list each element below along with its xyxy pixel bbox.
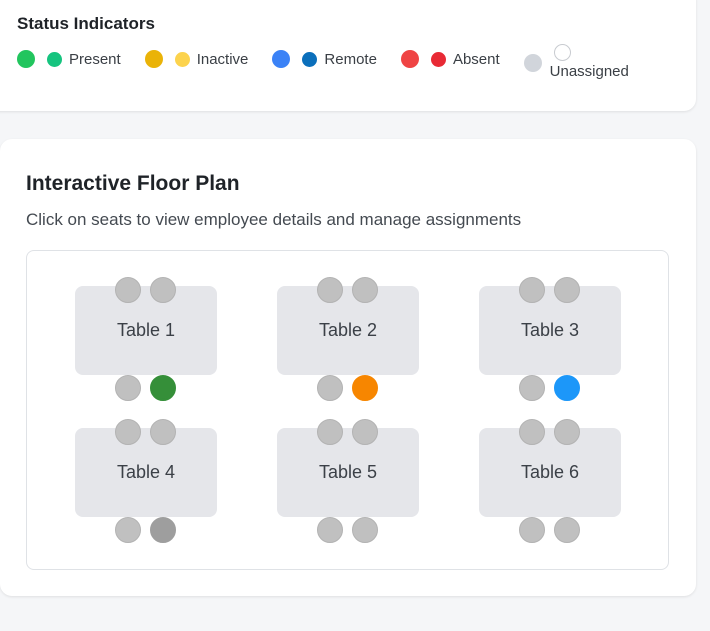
table-1: Table 1 [75,277,217,401]
absent-dot-icon [400,50,419,68]
seat[interactable] [317,419,343,445]
seat[interactable] [150,277,176,303]
legend-item-present: Present [17,50,121,68]
absent-small-dot-icon [430,51,446,67]
table-label[interactable]: Table 2 [277,286,419,375]
present-small-dot-icon [47,51,62,67]
seat[interactable] [352,277,378,303]
status-legend: Present Inactive Remote Absent Unassigne… [17,44,658,86]
seat[interactable] [150,375,176,401]
table-label[interactable]: Table 1 [75,286,217,375]
seat[interactable] [352,375,378,401]
table-label[interactable]: Table 3 [479,286,621,375]
floor-plan-title: Interactive Floor Plan [26,172,240,195]
table-label[interactable]: Table 6 [479,428,621,517]
inactive-small-dot-icon [174,51,190,67]
seat[interactable] [554,375,580,401]
legend-item-inactive: Inactive [144,50,249,68]
seat[interactable] [150,419,176,445]
seat[interactable] [317,277,343,303]
table-5: Table 5 [277,419,419,543]
legend-label-present: Present [69,50,121,68]
seat[interactable] [317,375,343,401]
seat[interactable] [554,419,580,445]
present-dot-icon [17,50,35,68]
table-label[interactable]: Table 5 [277,428,419,517]
remote-dot-icon [272,50,291,68]
table-6: Table 6 [479,419,621,543]
seat[interactable] [352,517,378,543]
legend-label-remote: Remote [324,50,377,68]
seat[interactable] [554,517,580,543]
seat[interactable] [519,277,545,303]
legend-label-inactive: Inactive [196,50,249,68]
seat[interactable] [150,517,176,543]
seat[interactable] [554,277,580,303]
legend-item-absent: Absent [400,50,500,68]
remote-small-dot-icon [302,51,318,67]
table-3: Table 3 [479,277,621,401]
seat[interactable] [115,375,141,401]
seat[interactable] [317,517,343,543]
seat[interactable] [352,419,378,445]
legend-item-remote: Remote [272,50,377,68]
table-label[interactable]: Table 4 [75,428,217,517]
status-indicators-card: Status Indicators Present Inactive Remot… [0,0,696,111]
floor-plan-area: Table 1 Table 2 Table 3 Table 4 Table 5 … [26,250,669,570]
unassigned-dot-icon [523,54,542,72]
seat[interactable] [519,375,545,401]
unassigned-outline-dot-icon [553,44,571,61]
legend-label-absent: Absent [452,50,500,68]
floor-plan-subtitle: Click on seats to view employee details … [26,210,522,229]
status-indicators-title: Status Indicators [17,14,155,33]
legend-item-unassigned: Unassigned [523,44,634,86]
legend-label-unassigned: Unassigned [549,63,629,80]
seat[interactable] [519,517,545,543]
floor-plan-card: Interactive Floor Plan Click on seats to… [0,139,696,596]
table-2: Table 2 [277,277,419,401]
table-4: Table 4 [75,419,217,543]
inactive-dot-icon [144,50,163,68]
seat[interactable] [115,419,141,445]
seat[interactable] [115,277,141,303]
seat[interactable] [519,419,545,445]
seat[interactable] [115,517,141,543]
